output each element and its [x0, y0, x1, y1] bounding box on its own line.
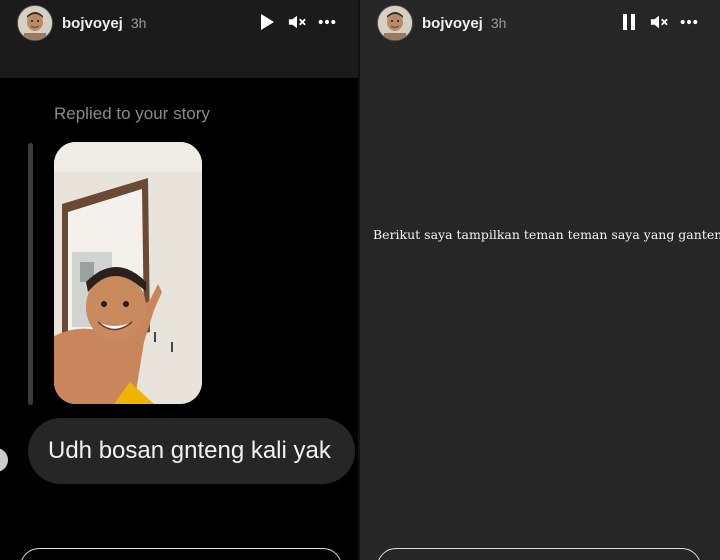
profile-avatar[interactable] [377, 5, 413, 41]
muted-speaker-icon[interactable] [288, 13, 306, 31]
story-caption: Berikut saya tampilkan teman teman saya … [373, 227, 720, 242]
reply-message-text: Udh bosan gnteng kali yak [48, 437, 331, 464]
post-time: 3h [490, 15, 507, 31]
more-dots-icon[interactable] [680, 13, 698, 31]
right-story-header: bojvoyej 3h [360, 0, 720, 46]
right-story-panel: bojvoyej 3h [360, 0, 720, 560]
send-message-input[interactable] [20, 548, 342, 560]
left-story-panel: bojvoyej 3h Replied to your story Udh bo… [0, 0, 358, 560]
story-controls [258, 13, 336, 31]
send-message-input[interactable] [377, 548, 701, 560]
story-controls [620, 13, 698, 31]
reply-indicator-bar [28, 143, 33, 405]
post-time: 3h [130, 15, 147, 31]
pause-icon[interactable] [620, 13, 638, 31]
muted-speaker-icon[interactable] [650, 13, 668, 31]
story-thumbnail[interactable] [54, 142, 202, 404]
username[interactable]: bojvoyej [422, 15, 483, 32]
profile-avatar[interactable] [17, 5, 53, 41]
replied-to-story-label: Replied to your story [54, 104, 210, 123]
more-dots-icon[interactable] [318, 13, 336, 31]
username[interactable]: bojvoyej [62, 15, 123, 32]
reply-message-bubble[interactable]: Udh bosan gnteng kali yak [28, 418, 355, 484]
left-story-header: bojvoyej 3h [0, 0, 358, 46]
play-icon[interactable] [258, 13, 276, 31]
